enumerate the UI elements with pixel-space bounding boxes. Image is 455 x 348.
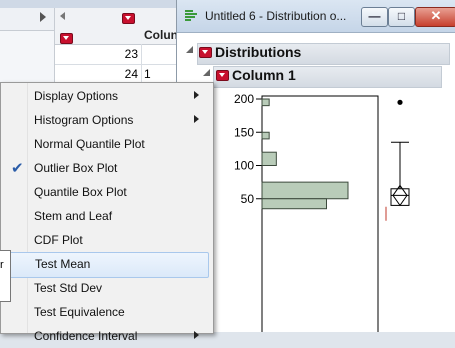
- hot-spot-context-menu[interactable]: Display Options Histogram Options Normal Q…: [0, 82, 214, 343]
- menu-item-label: Test Equivalence: [34, 305, 125, 319]
- expand-arrow-icon[interactable]: [40, 12, 46, 22]
- histogram-bar[interactable]: [261, 198, 327, 210]
- restore-icon: □: [397, 9, 406, 23]
- menu-item-test-equivalence[interactable]: Test Equivalence: [1, 300, 211, 324]
- menu-item-normal-quantile-plot[interactable]: Normal Quantile Plot: [1, 132, 211, 156]
- select-all-triangle-icon[interactable]: [60, 12, 65, 20]
- minimize-icon: —: [368, 9, 381, 23]
- menu-item-label: Histogram Options: [34, 113, 134, 127]
- menu-item-label: Test Mean: [35, 257, 91, 271]
- column-red-triangle-icon[interactable]: [216, 70, 229, 81]
- distributions-red-triangle-icon[interactable]: [199, 47, 212, 58]
- menu-item-confidence-interval[interactable]: Confidence Interval: [1, 324, 211, 348]
- section-disclosure-icon[interactable]: [186, 46, 193, 53]
- menu-item-display-options[interactable]: Display Options: [1, 84, 211, 108]
- rows-red-triangle-icon[interactable]: [60, 33, 73, 44]
- distribution-chart: 200 150 100 50: [234, 92, 410, 332]
- menu-item-label: Quantile Box Plot: [34, 185, 127, 199]
- window-titlebar[interactable]: Untitled 6 - Distribution o... — □ ✕: [177, 0, 455, 33]
- menu-item-quantile-box-plot[interactable]: Quantile Box Plot: [1, 180, 211, 204]
- close-icon: ✕: [430, 8, 442, 23]
- minimize-button[interactable]: —: [361, 7, 388, 27]
- submenu-arrow-icon: [194, 115, 199, 123]
- column-disclosure-icon[interactable]: [203, 69, 210, 76]
- y-tick-label: 200: [234, 92, 254, 106]
- histogram-bar[interactable]: [261, 98, 270, 107]
- window-title: Untitled 6 - Distribution o...: [205, 9, 347, 23]
- menu-item-test-mean[interactable]: Test Mean: [3, 252, 209, 278]
- menu-item-label: CDF Plot: [34, 233, 83, 247]
- menu-item-label: Normal Quantile Plot: [34, 137, 145, 151]
- close-button[interactable]: ✕: [415, 7, 455, 27]
- menu-item-outlier-box-plot[interactable]: ✔ Outlier Box Plot: [1, 156, 211, 180]
- distribution-app-icon: [185, 10, 199, 22]
- menu-item-histogram-options[interactable]: Histogram Options: [1, 108, 211, 132]
- restore-button[interactable]: □: [388, 7, 415, 27]
- outlier-point: [397, 99, 403, 105]
- menu-item-cdf-plot[interactable]: CDF Plot: [1, 228, 211, 252]
- column-title: Column 1: [232, 67, 296, 83]
- menu-item-label: Display Options: [34, 89, 119, 103]
- menu-item-label: Outlier Box Plot: [34, 161, 118, 175]
- submenu-arrow-icon: [194, 91, 199, 99]
- histogram-bar[interactable]: [261, 131, 270, 140]
- column-header-label[interactable]: Colun: [144, 28, 178, 42]
- menu-item-test-std-dev[interactable]: Test Std Dev: [1, 276, 211, 300]
- y-tick-label: 100: [234, 159, 254, 173]
- histogram-frame: [261, 95, 379, 332]
- y-tick-label: 50: [241, 192, 255, 206]
- histogram-bar[interactable]: [261, 181, 349, 200]
- menu-item-label: Test Std Dev: [34, 281, 103, 295]
- y-tick-label: 150: [234, 125, 254, 139]
- submenu-arrow-icon: [194, 331, 199, 339]
- menu-item-label: Confidence Interval: [34, 329, 138, 343]
- menu-item-label: Stem and Leaf: [34, 209, 113, 223]
- tooltip-fragment: r: [0, 250, 11, 302]
- menu-item-stem-and-leaf[interactable]: Stem and Leaf: [1, 204, 211, 228]
- row-number: 23: [124, 47, 138, 61]
- row-number: 24: [124, 67, 138, 81]
- histogram-bar[interactable]: [261, 151, 277, 166]
- table-red-triangle-icon[interactable]: [122, 13, 135, 24]
- checkmark-icon: ✔: [11, 160, 24, 177]
- distributions-title: Distributions: [215, 44, 302, 60]
